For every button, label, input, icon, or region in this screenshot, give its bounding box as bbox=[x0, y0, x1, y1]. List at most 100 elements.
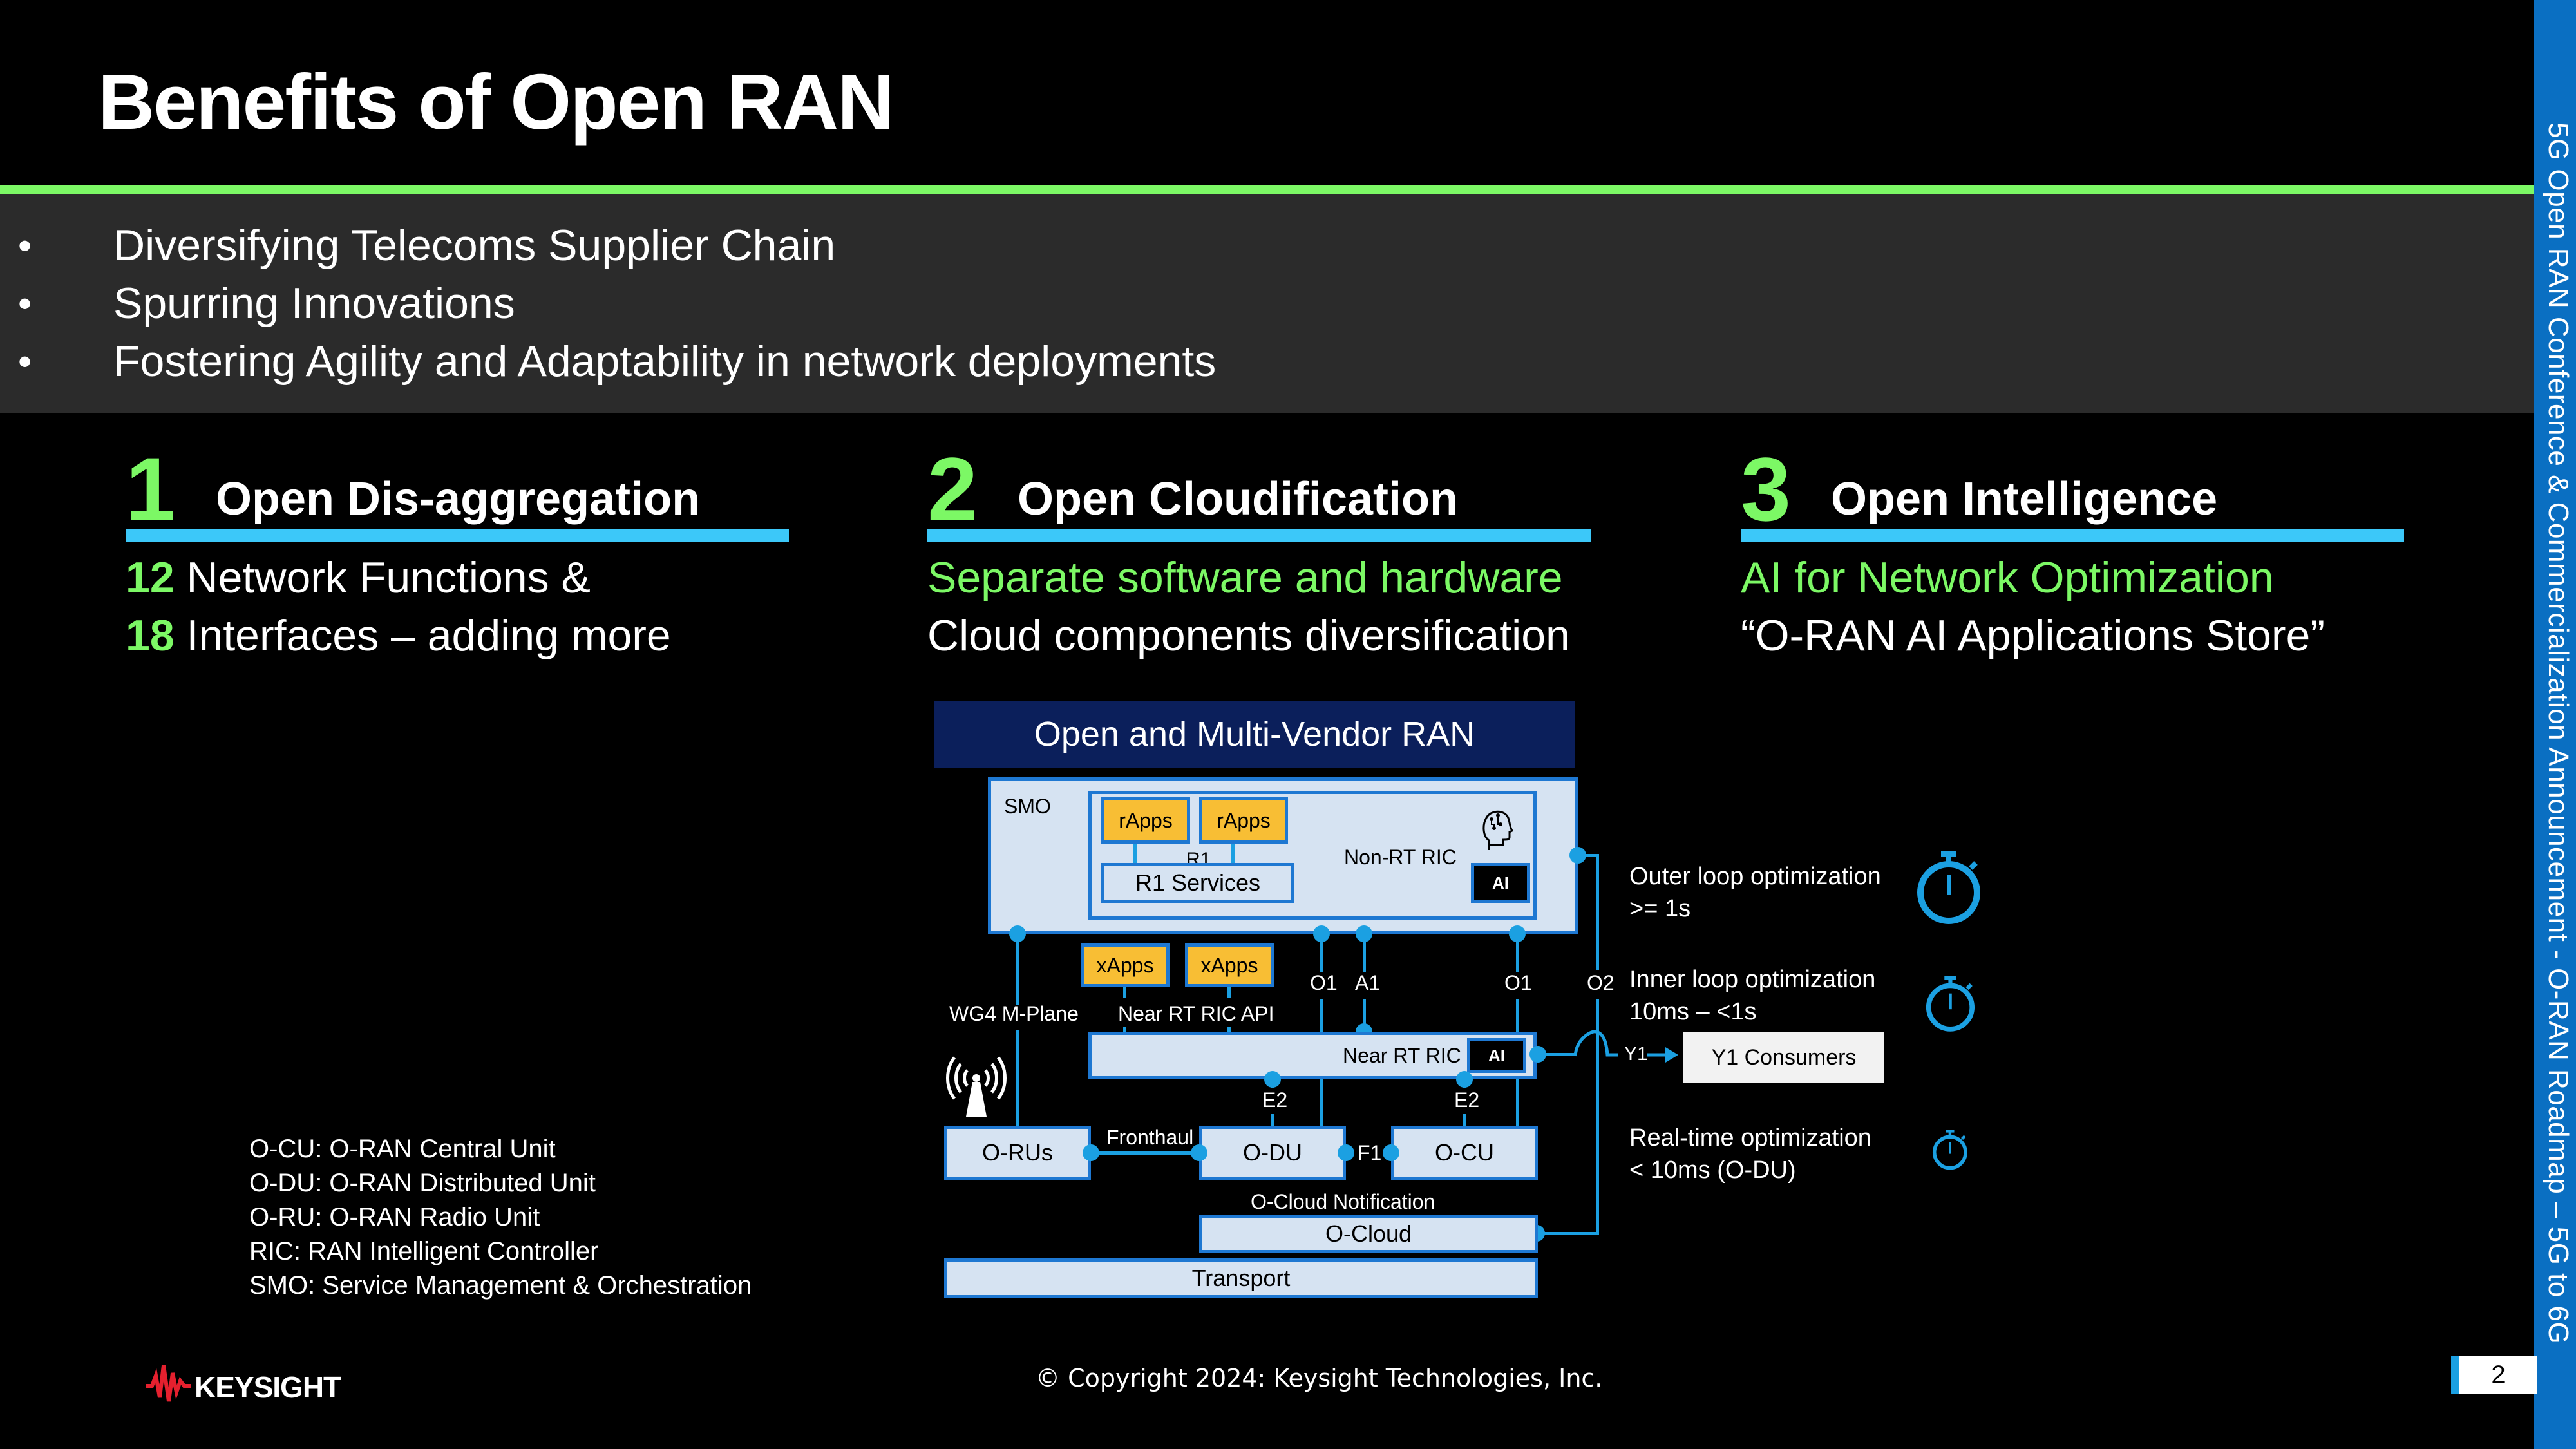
near-rt-ric-label: Near RT RIC bbox=[1343, 1044, 1461, 1067]
r1-services-box: R1 Services bbox=[1101, 863, 1294, 903]
title-divider bbox=[0, 185, 2534, 194]
r1-link bbox=[1231, 844, 1235, 863]
o2-link bbox=[1596, 854, 1599, 970]
opt-title: Outer loop optimization bbox=[1629, 863, 1881, 890]
e2-label: E2 bbox=[1262, 1088, 1288, 1112]
pillar-rule bbox=[126, 529, 789, 542]
network-functions-count: 12 bbox=[126, 553, 175, 602]
legend-item: O-CU: O-RAN Central Unit bbox=[249, 1135, 556, 1163]
legend-item: O-DU: O-RAN Distributed Unit bbox=[249, 1169, 596, 1197]
non-rt-ric-label: Non-RT RIC bbox=[1344, 846, 1457, 869]
bullet-text: Diversifying Telecoms Supplier Chain bbox=[113, 221, 836, 270]
arrow-right-icon bbox=[1647, 1046, 1680, 1067]
opt-value: < 10ms (O-DU) bbox=[1629, 1157, 1796, 1184]
smo-label: SMO bbox=[1004, 795, 1051, 818]
pillar-line-1: AI for Network Optimization bbox=[1741, 553, 2274, 602]
pillar-number: 1 bbox=[126, 439, 176, 540]
o-rus-box: O-RUs bbox=[944, 1126, 1091, 1180]
e2-label: E2 bbox=[1454, 1088, 1480, 1112]
stopwatch-icon bbox=[1926, 974, 1977, 1036]
opt-value: 10ms – <1s bbox=[1629, 998, 1757, 1025]
y1-consumers-box: Y1 Consumers bbox=[1683, 1032, 1884, 1083]
bullet-glyph: • bbox=[18, 223, 32, 267]
bullet-text: Spurring Innovations bbox=[113, 279, 515, 328]
xapps-box: xApps bbox=[1185, 943, 1274, 987]
real-time-text: Real-time optimization < 10ms (O-DU) bbox=[1629, 1122, 1871, 1186]
slide-title: Benefits of Open RAN bbox=[98, 58, 894, 146]
pillar-line-1: Separate software and hardware bbox=[927, 553, 1563, 602]
inner-loop-text: Inner loop optimization 10ms – <1s bbox=[1629, 963, 1875, 1028]
r1-link bbox=[1133, 844, 1137, 863]
legend-item: SMO: Service Management & Orchestration bbox=[249, 1271, 752, 1300]
bullets-panel: • Diversifying Telecoms Supplier Chain •… bbox=[0, 194, 2534, 413]
link-node bbox=[1338, 1144, 1354, 1161]
rapps-box: rApps bbox=[1199, 797, 1288, 844]
near-rt-ric-api-label: Near RT RIC API bbox=[1118, 1002, 1274, 1025]
o-du-box: O-DU bbox=[1199, 1126, 1346, 1180]
pillar-line-2: 18 Interfaces – adding more bbox=[126, 607, 671, 665]
stopwatch-icon bbox=[1917, 849, 1984, 929]
brain-circuit-icon bbox=[1481, 805, 1514, 857]
pillar-rule bbox=[1741, 529, 2404, 542]
rapps-box: rApps bbox=[1101, 797, 1190, 844]
xapps-box: xApps bbox=[1081, 943, 1170, 987]
opt-title: Inner loop optimization bbox=[1629, 966, 1876, 993]
abbreviation-legend: O-CU: O-RAN Central Unit O-DU: O-RAN Dis… bbox=[249, 1132, 752, 1303]
y1-label: Y1 bbox=[1624, 1043, 1648, 1065]
pillar-number: 3 bbox=[1741, 439, 1791, 540]
ai-badge: AI bbox=[1471, 863, 1530, 903]
radio-tower-icon bbox=[942, 1054, 1012, 1118]
y1-link bbox=[1538, 1053, 1577, 1056]
bullet-glyph: • bbox=[18, 339, 32, 383]
a1-link bbox=[1363, 934, 1366, 972]
link-node bbox=[1383, 1144, 1399, 1161]
line-crossing-hop bbox=[1573, 1030, 1619, 1057]
o-cloud-box: O-Cloud bbox=[1199, 1215, 1538, 1253]
ai-badge: AI bbox=[1467, 1038, 1526, 1073]
wg4-link bbox=[1016, 934, 1019, 1005]
keysight-wordmark: KEYSIGHT bbox=[194, 1370, 341, 1404]
legend-item: RIC: RAN Intelligent Controller bbox=[249, 1237, 599, 1265]
o1-label: O1 bbox=[1310, 971, 1338, 994]
interfaces-count: 18 bbox=[126, 611, 175, 660]
transport-box: Transport bbox=[944, 1258, 1538, 1298]
pillar-line-2: “O-RAN AI Applications Store” bbox=[1741, 611, 2325, 660]
outer-loop-text: Outer loop optimization >= 1s bbox=[1629, 860, 1881, 925]
fronthaul-link bbox=[1091, 1151, 1199, 1155]
e2-link bbox=[1271, 1079, 1274, 1088]
a1-label: A1 bbox=[1355, 971, 1381, 994]
keysight-logo: KEYSIGHT bbox=[146, 1364, 341, 1410]
o2-link bbox=[1578, 854, 1597, 857]
o1-link bbox=[1516, 934, 1519, 972]
e2-link bbox=[1463, 1079, 1466, 1088]
fronthaul-label: Fronthaul bbox=[1106, 1126, 1194, 1149]
pillar-line-2: Cloud components diversification bbox=[927, 611, 1570, 660]
pillar-rule bbox=[927, 529, 1591, 542]
stopwatch-icon bbox=[1932, 1128, 1969, 1174]
page-number: 2 bbox=[2451, 1356, 2537, 1394]
o2-label: O2 bbox=[1587, 971, 1615, 994]
opt-title: Real-time optimization bbox=[1629, 1124, 1871, 1151]
pillar-heading: Open Intelligence bbox=[1831, 473, 2218, 525]
opt-value: >= 1s bbox=[1629, 895, 1691, 922]
conference-sidebar-text: 5G Open RAN Conference & Commercializati… bbox=[2543, 122, 2574, 1345]
bullet-glyph: • bbox=[18, 281, 32, 325]
pillar-heading: Open Cloudification bbox=[1018, 473, 1458, 525]
bullet-text: Fostering Agility and Adaptability in ne… bbox=[113, 337, 1217, 386]
pillar-heading: Open Dis-aggregation bbox=[216, 473, 701, 525]
interfaces-text: Interfaces – adding more bbox=[174, 611, 671, 660]
api-link bbox=[1227, 987, 1231, 998]
f1-label: F1 bbox=[1358, 1141, 1382, 1164]
bullet-item: • Diversifying Telecoms Supplier Chain bbox=[18, 220, 835, 270]
o1-label: O1 bbox=[1504, 971, 1532, 994]
api-link bbox=[1123, 987, 1126, 998]
o1-link bbox=[1320, 934, 1323, 972]
ocloud-notification-label: O-Cloud Notification bbox=[1251, 1190, 1435, 1213]
pillar-number: 2 bbox=[927, 439, 978, 540]
o-cu-box: O-CU bbox=[1391, 1126, 1538, 1180]
keysight-wave-icon bbox=[146, 1364, 191, 1410]
legend-item: O-RU: O-RAN Radio Unit bbox=[249, 1203, 540, 1231]
bullet-item: • Fostering Agility and Adaptability in … bbox=[18, 336, 1216, 386]
o2-link bbox=[1537, 1232, 1599, 1235]
wg4-label: WG4 M-Plane bbox=[949, 1002, 1079, 1025]
